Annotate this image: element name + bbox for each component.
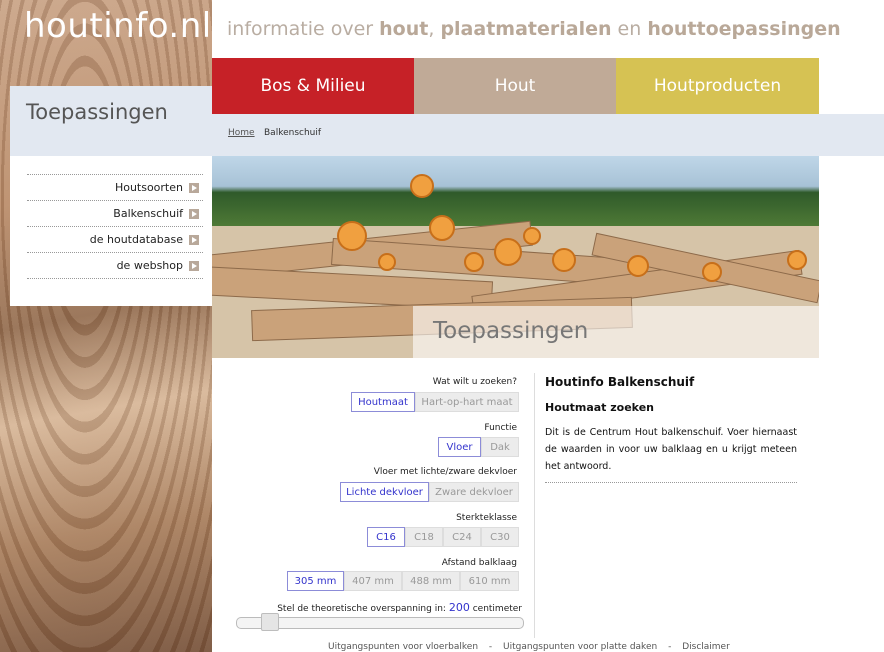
tagline-word-plaatmaterialen: plaatmaterialen	[440, 18, 612, 40]
site-logo[interactable]: houtinfo.nl	[24, 6, 212, 46]
site-tagline: informatie over hout, plaatmaterialen en…	[227, 18, 841, 40]
section-title: Toepassingen	[26, 100, 168, 124]
breadcrumb-home-link[interactable]: Home	[228, 128, 255, 138]
option-305mm[interactable]: 305 mm	[287, 571, 344, 591]
option-zware-dekvloer[interactable]: Zware dekvloer	[429, 482, 519, 502]
footer-link-disclaimer[interactable]: Disclaimer	[682, 642, 730, 652]
option-c18[interactable]: C18	[405, 527, 443, 547]
nav-tab-hout[interactable]: Hout	[414, 58, 616, 114]
option-vloer[interactable]: Vloer	[438, 437, 481, 457]
span-label: Stel de theoretische overspanning in: 20…	[277, 601, 522, 614]
strength-label: Sterkteklasse	[456, 513, 517, 523]
search-label: Wat wilt u zoeken?	[432, 377, 517, 387]
arrow-right-icon	[189, 209, 199, 219]
span-value: 200	[448, 601, 470, 614]
footer-separator: -	[668, 642, 672, 652]
info-subtitle: Houtmaat zoeken	[545, 401, 654, 414]
spacing-label: Afstand balklaag	[441, 558, 517, 568]
hero-title-box: Toepassingen	[413, 306, 819, 358]
footer-separator: -	[488, 642, 493, 652]
tagline-word-hout: hout	[379, 18, 429, 40]
span-slider-track[interactable]	[236, 617, 524, 629]
breadcrumb-current: Balkenschuif	[264, 128, 322, 138]
column-divider	[534, 373, 535, 638]
sidebar-item-label: Balkenschuif	[113, 207, 183, 220]
tagline-text: informatie over	[227, 18, 380, 40]
option-c30[interactable]: C30	[481, 527, 519, 547]
sidebar-item-label: de webshop	[116, 259, 183, 272]
nav-tab-bos-milieu[interactable]: Bos & Milieu	[212, 58, 414, 114]
sidebar-item-houtsoorten[interactable]: Houtsoorten	[27, 174, 203, 200]
option-dak[interactable]: Dak	[481, 437, 519, 457]
tagline-text: ,	[428, 18, 441, 40]
option-407mm[interactable]: 407 mm	[344, 571, 402, 591]
sidebar-menu: Houtsoorten Balkenschuif de houtdatabase…	[10, 156, 212, 306]
footer-link-vloerbalken[interactable]: Uitgangspunten voor vloerbalken	[328, 642, 478, 652]
nav-tab-houtproducten[interactable]: Houtproducten	[616, 58, 819, 114]
info-text: Dit is de Centrum Hout balkenschuif. Voe…	[545, 427, 797, 472]
footer-links: Uitgangspunten voor vloerbalken - Uitgan…	[324, 642, 734, 652]
arrow-right-icon	[189, 261, 199, 271]
option-houtmaat[interactable]: Houtmaat	[351, 392, 415, 412]
sidebar-item-houtdatabase[interactable]: de houtdatabase	[27, 226, 203, 252]
tagline-word-houttoepassingen: houttoepassingen	[647, 18, 841, 40]
info-title: Houtinfo Balkenschuif	[545, 375, 695, 389]
footer-link-platte-daken[interactable]: Uitgangspunten voor platte daken	[503, 642, 657, 652]
floor-label: Vloer met lichte/zware dekvloer	[373, 467, 517, 477]
option-610mm[interactable]: 610 mm	[460, 571, 519, 591]
function-label: Functie	[484, 423, 517, 433]
span-label-text: Stel de theoretische overspanning in:	[277, 604, 446, 614]
sidebar-item-label: Houtsoorten	[114, 181, 183, 194]
option-488mm[interactable]: 488 mm	[402, 571, 460, 591]
arrow-right-icon	[189, 183, 199, 193]
sidebar-item-webshop[interactable]: de webshop	[27, 252, 203, 278]
hero-image: Toepassingen	[212, 156, 819, 358]
sidebar-divider	[27, 278, 203, 279]
breadcrumb: Home Balkenschuif	[212, 114, 884, 156]
option-c16[interactable]: C16	[367, 527, 405, 547]
sidebar-item-balkenschuif[interactable]: Balkenschuif	[27, 200, 203, 226]
section-panel: Toepassingen	[10, 86, 212, 156]
tagline-text: en	[611, 18, 648, 40]
option-hart-op-hart[interactable]: Hart-op-hart maat	[415, 392, 519, 412]
arrow-right-icon	[189, 235, 199, 245]
span-slider-handle[interactable]	[261, 613, 279, 631]
info-divider	[545, 482, 797, 483]
hero-title: Toepassingen	[433, 318, 589, 344]
sidebar-item-label: de houtdatabase	[89, 233, 183, 246]
span-unit: centimeter	[472, 604, 522, 614]
option-c24[interactable]: C24	[443, 527, 481, 547]
option-lichte-dekvloer[interactable]: Lichte dekvloer	[340, 482, 429, 502]
